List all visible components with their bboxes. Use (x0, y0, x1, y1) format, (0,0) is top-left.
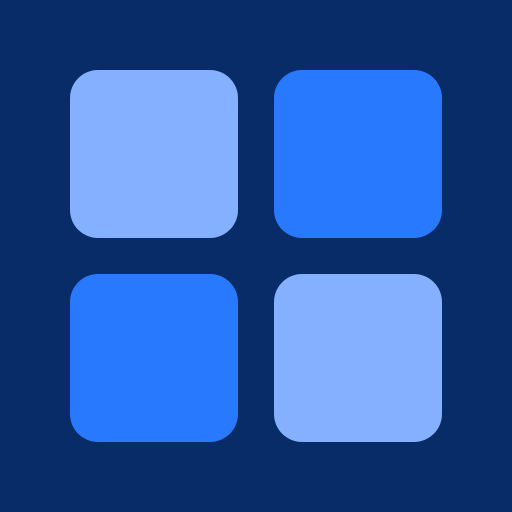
grid-tile-bottom-right (274, 274, 442, 442)
grid-tile-top-right (274, 70, 442, 238)
app-grid-icon (0, 0, 512, 512)
grid-tile-bottom-left (70, 274, 238, 442)
grid-tile-top-left (70, 70, 238, 238)
